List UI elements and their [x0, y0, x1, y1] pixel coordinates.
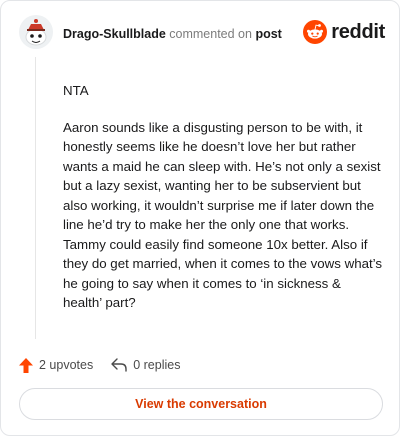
- comment-paragraph: Aaron sounds like a disgusting person to…: [63, 119, 383, 311]
- reddit-logo-icon: [303, 20, 328, 44]
- comment-paragraph: NTA: [63, 83, 89, 98]
- snoo-avatar-icon[interactable]: [19, 15, 53, 49]
- username-link[interactable]: Drago-Skullblade: [63, 27, 166, 41]
- upvote-count: 2 upvotes: [39, 358, 94, 372]
- reddit-logo[interactable]: reddit: [303, 19, 385, 45]
- comment-card: Drago-Skullblade commented on post reddi…: [0, 0, 400, 436]
- reply-arrow-icon: [111, 358, 127, 372]
- view-conversation-button[interactable]: View the conversation: [19, 388, 383, 420]
- upvote-button[interactable]: 2 upvotes: [19, 357, 94, 373]
- byline-action: commented on: [169, 27, 252, 41]
- reddit-wordmark: reddit: [331, 20, 385, 43]
- reply-button[interactable]: 0 replies: [111, 358, 180, 372]
- thread-line: [35, 57, 36, 339]
- upvote-arrow-icon: [19, 357, 33, 373]
- comment-actions: 2 upvotes 0 replies: [19, 355, 198, 375]
- post-link[interactable]: post: [255, 27, 281, 41]
- comment-header: Drago-Skullblade commented on post reddi…: [19, 15, 385, 51]
- reply-count: 0 replies: [133, 358, 181, 372]
- byline: Drago-Skullblade commented on post: [63, 27, 282, 41]
- comment-body: NTA Aaron sounds like a disgusting perso…: [63, 81, 383, 330]
